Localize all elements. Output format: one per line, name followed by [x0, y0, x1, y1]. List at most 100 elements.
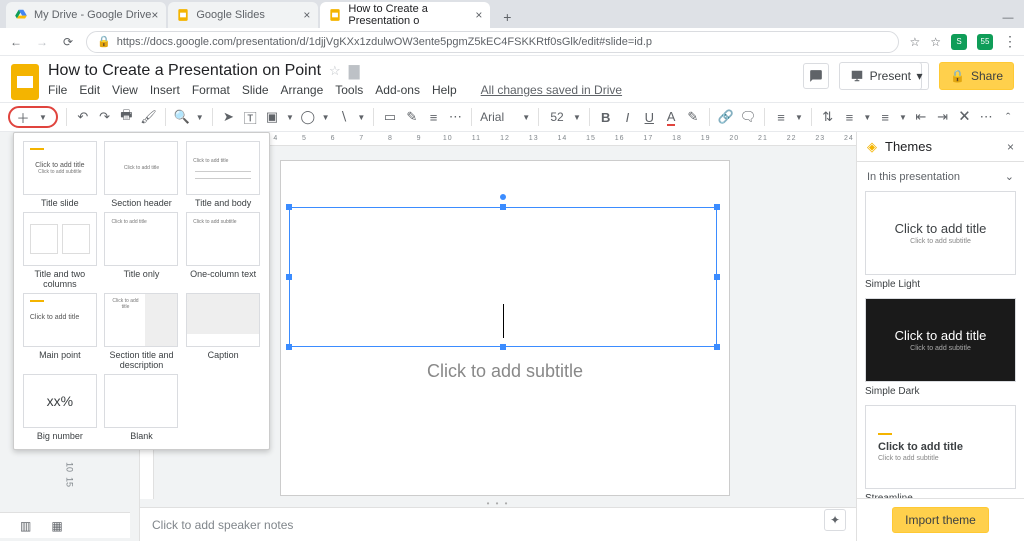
layout-option-blank[interactable]: Blank: [104, 374, 180, 441]
chevron-down-icon[interactable]: ▼: [357, 113, 365, 122]
print-button[interactable]: 🖶: [118, 108, 134, 126]
subtitle-placeholder[interactable]: Click to add subtitle: [427, 361, 583, 382]
layout-option-title[interactable]: Click to add titleClick to add subtitleT…: [22, 141, 98, 208]
layout-option-sectiondesc[interactable]: Click to add titleSection title and desc…: [104, 293, 180, 370]
zoom-button[interactable]: 🔍: [174, 108, 190, 126]
line-button[interactable]: ∖: [336, 108, 352, 126]
image-button[interactable]: ▣: [264, 108, 280, 126]
collapse-toolbar-button[interactable]: ˆ: [1000, 108, 1016, 126]
incognito-icon[interactable]: ☆: [909, 35, 920, 49]
clear-formatting-button[interactable]: 🗙: [957, 108, 973, 126]
browser-tab-active[interactable]: How to Create a Presentation o ×: [320, 2, 490, 28]
theme-option[interactable]: Click to add titleClick to add subtitleS…: [865, 405, 1016, 498]
url-field[interactable]: 🔒 https://docs.google.com/presentation/d…: [86, 31, 899, 53]
star-icon[interactable]: ☆: [329, 63, 341, 79]
present-button[interactable]: Present: [839, 62, 922, 90]
menu-edit[interactable]: Edit: [79, 83, 100, 97]
menu-view[interactable]: View: [112, 83, 138, 97]
pane-resize-handle[interactable]: • • •: [140, 499, 856, 507]
close-icon[interactable]: ×: [151, 8, 158, 22]
menu-insert[interactable]: Insert: [150, 83, 180, 97]
menu-arrange[interactable]: Arrange: [281, 83, 324, 97]
layout-option-bignum[interactable]: xx%Big number: [22, 374, 98, 441]
reload-button[interactable]: ⟳: [60, 35, 76, 49]
rotate-handle[interactable]: [500, 194, 506, 200]
slides-logo[interactable]: [10, 62, 40, 102]
new-slide-button[interactable]: ＋ ▼: [8, 106, 58, 128]
undo-button[interactable]: ↶: [75, 108, 91, 126]
menu-slide[interactable]: Slide: [242, 83, 269, 97]
layout-option-section[interactable]: Click to add titleSection header: [104, 141, 180, 208]
layout-option-titleonly[interactable]: Click to add titleTitle only: [104, 212, 180, 289]
browser-tab[interactable]: My Drive - Google Drive ×: [6, 2, 166, 28]
select-tool[interactable]: ➤: [221, 108, 237, 126]
theme-option[interactable]: Click to add titleClick to add subtitleS…: [865, 298, 1016, 397]
share-button[interactable]: 🔒 Share: [939, 62, 1014, 90]
chevron-down-icon[interactable]: ▼: [573, 113, 581, 122]
font-selector[interactable]: Arial▼: [480, 110, 530, 124]
star-icon[interactable]: ☆: [930, 35, 941, 49]
border-dash-button[interactable]: ⋯: [447, 108, 463, 126]
layout-option-titlebody[interactable]: Click to add titleTitle and body: [185, 141, 261, 208]
speaker-notes[interactable]: Click to add speaker notes: [140, 507, 856, 541]
resize-handle-nw[interactable]: [286, 204, 292, 210]
italic-button[interactable]: I: [620, 108, 636, 126]
chevron-down-icon[interactable]: ▼: [795, 113, 803, 122]
extension-icon[interactable]: 55: [977, 34, 993, 50]
font-size-field[interactable]: 52: [547, 110, 567, 124]
more-button[interactable]: ⋯: [978, 108, 994, 126]
textbox-button[interactable]: 🅃: [242, 108, 258, 126]
fill-color-button[interactable]: ▭: [382, 108, 398, 126]
layout-option-twocol[interactable]: Title and two columns: [22, 212, 98, 289]
forward-button[interactable]: →: [34, 35, 50, 49]
close-icon[interactable]: ×: [475, 8, 482, 22]
text-color-button[interactable]: A: [663, 108, 679, 126]
browser-menu-icon[interactable]: ⋮: [1003, 33, 1016, 50]
menu-addons[interactable]: Add-ons: [375, 83, 420, 97]
layout-option-caption[interactable]: Caption: [185, 293, 261, 370]
themes-section-label[interactable]: In this presentation ⌄: [857, 162, 1024, 191]
minimize-icon[interactable]: —: [1002, 8, 1014, 28]
chevron-down-icon[interactable]: ▼: [286, 113, 294, 122]
menu-file[interactable]: File: [48, 83, 67, 97]
comments-button[interactable]: [803, 63, 829, 89]
chevron-down-icon[interactable]: ▼: [863, 113, 871, 122]
import-theme-button[interactable]: Import theme: [892, 507, 989, 533]
shape-button[interactable]: ◯: [300, 108, 316, 126]
new-tab-button[interactable]: +: [496, 6, 518, 28]
align-button[interactable]: ≡: [773, 108, 789, 126]
resize-handle-s[interactable]: [500, 344, 506, 350]
slide-canvas[interactable]: Click to add subtitle: [280, 160, 730, 496]
title-textbox[interactable]: [289, 207, 717, 347]
border-color-button[interactable]: ✎: [404, 108, 420, 126]
layout-option-onecol[interactable]: Click to add subtitleOne-column text: [185, 212, 261, 289]
resize-handle-n[interactable]: [500, 204, 506, 210]
resize-handle-sw[interactable]: [286, 344, 292, 350]
numbered-list-button[interactable]: ≡: [842, 108, 858, 126]
resize-handle-ne[interactable]: [714, 204, 720, 210]
indent-increase-button[interactable]: ⇥: [935, 108, 951, 126]
back-button[interactable]: ←: [8, 35, 24, 49]
chevron-down-icon[interactable]: ▼: [196, 113, 204, 122]
theme-option[interactable]: Click to add titleClick to add subtitleS…: [865, 191, 1016, 290]
bullet-list-button[interactable]: ≡: [877, 108, 893, 126]
close-icon[interactable]: ×: [1007, 140, 1014, 154]
document-title[interactable]: How to Create a Presentation on Point: [48, 62, 321, 80]
bold-button[interactable]: B: [598, 108, 614, 126]
save-status[interactable]: All changes saved in Drive: [481, 83, 622, 97]
grid-view-button[interactable]: ▦: [51, 519, 62, 533]
folder-icon[interactable]: ▇: [349, 63, 360, 80]
redo-button[interactable]: ↷: [97, 108, 113, 126]
chevron-down-icon[interactable]: ▼: [322, 113, 330, 122]
theme-list[interactable]: Click to add titleClick to add subtitleS…: [857, 191, 1024, 498]
extension-icon[interactable]: S: [951, 34, 967, 50]
layout-option-main[interactable]: Click to add titleMain point: [22, 293, 98, 370]
link-button[interactable]: 🔗: [718, 108, 734, 126]
close-icon[interactable]: ×: [303, 8, 310, 22]
menu-tools[interactable]: Tools: [335, 83, 363, 97]
present-dropdown[interactable]: ▾: [911, 62, 929, 90]
border-weight-button[interactable]: ≡: [426, 108, 442, 126]
chevron-down-icon[interactable]: ▼: [899, 113, 907, 122]
underline-button[interactable]: U: [641, 108, 657, 126]
comment-button[interactable]: 🗨: [740, 108, 757, 126]
